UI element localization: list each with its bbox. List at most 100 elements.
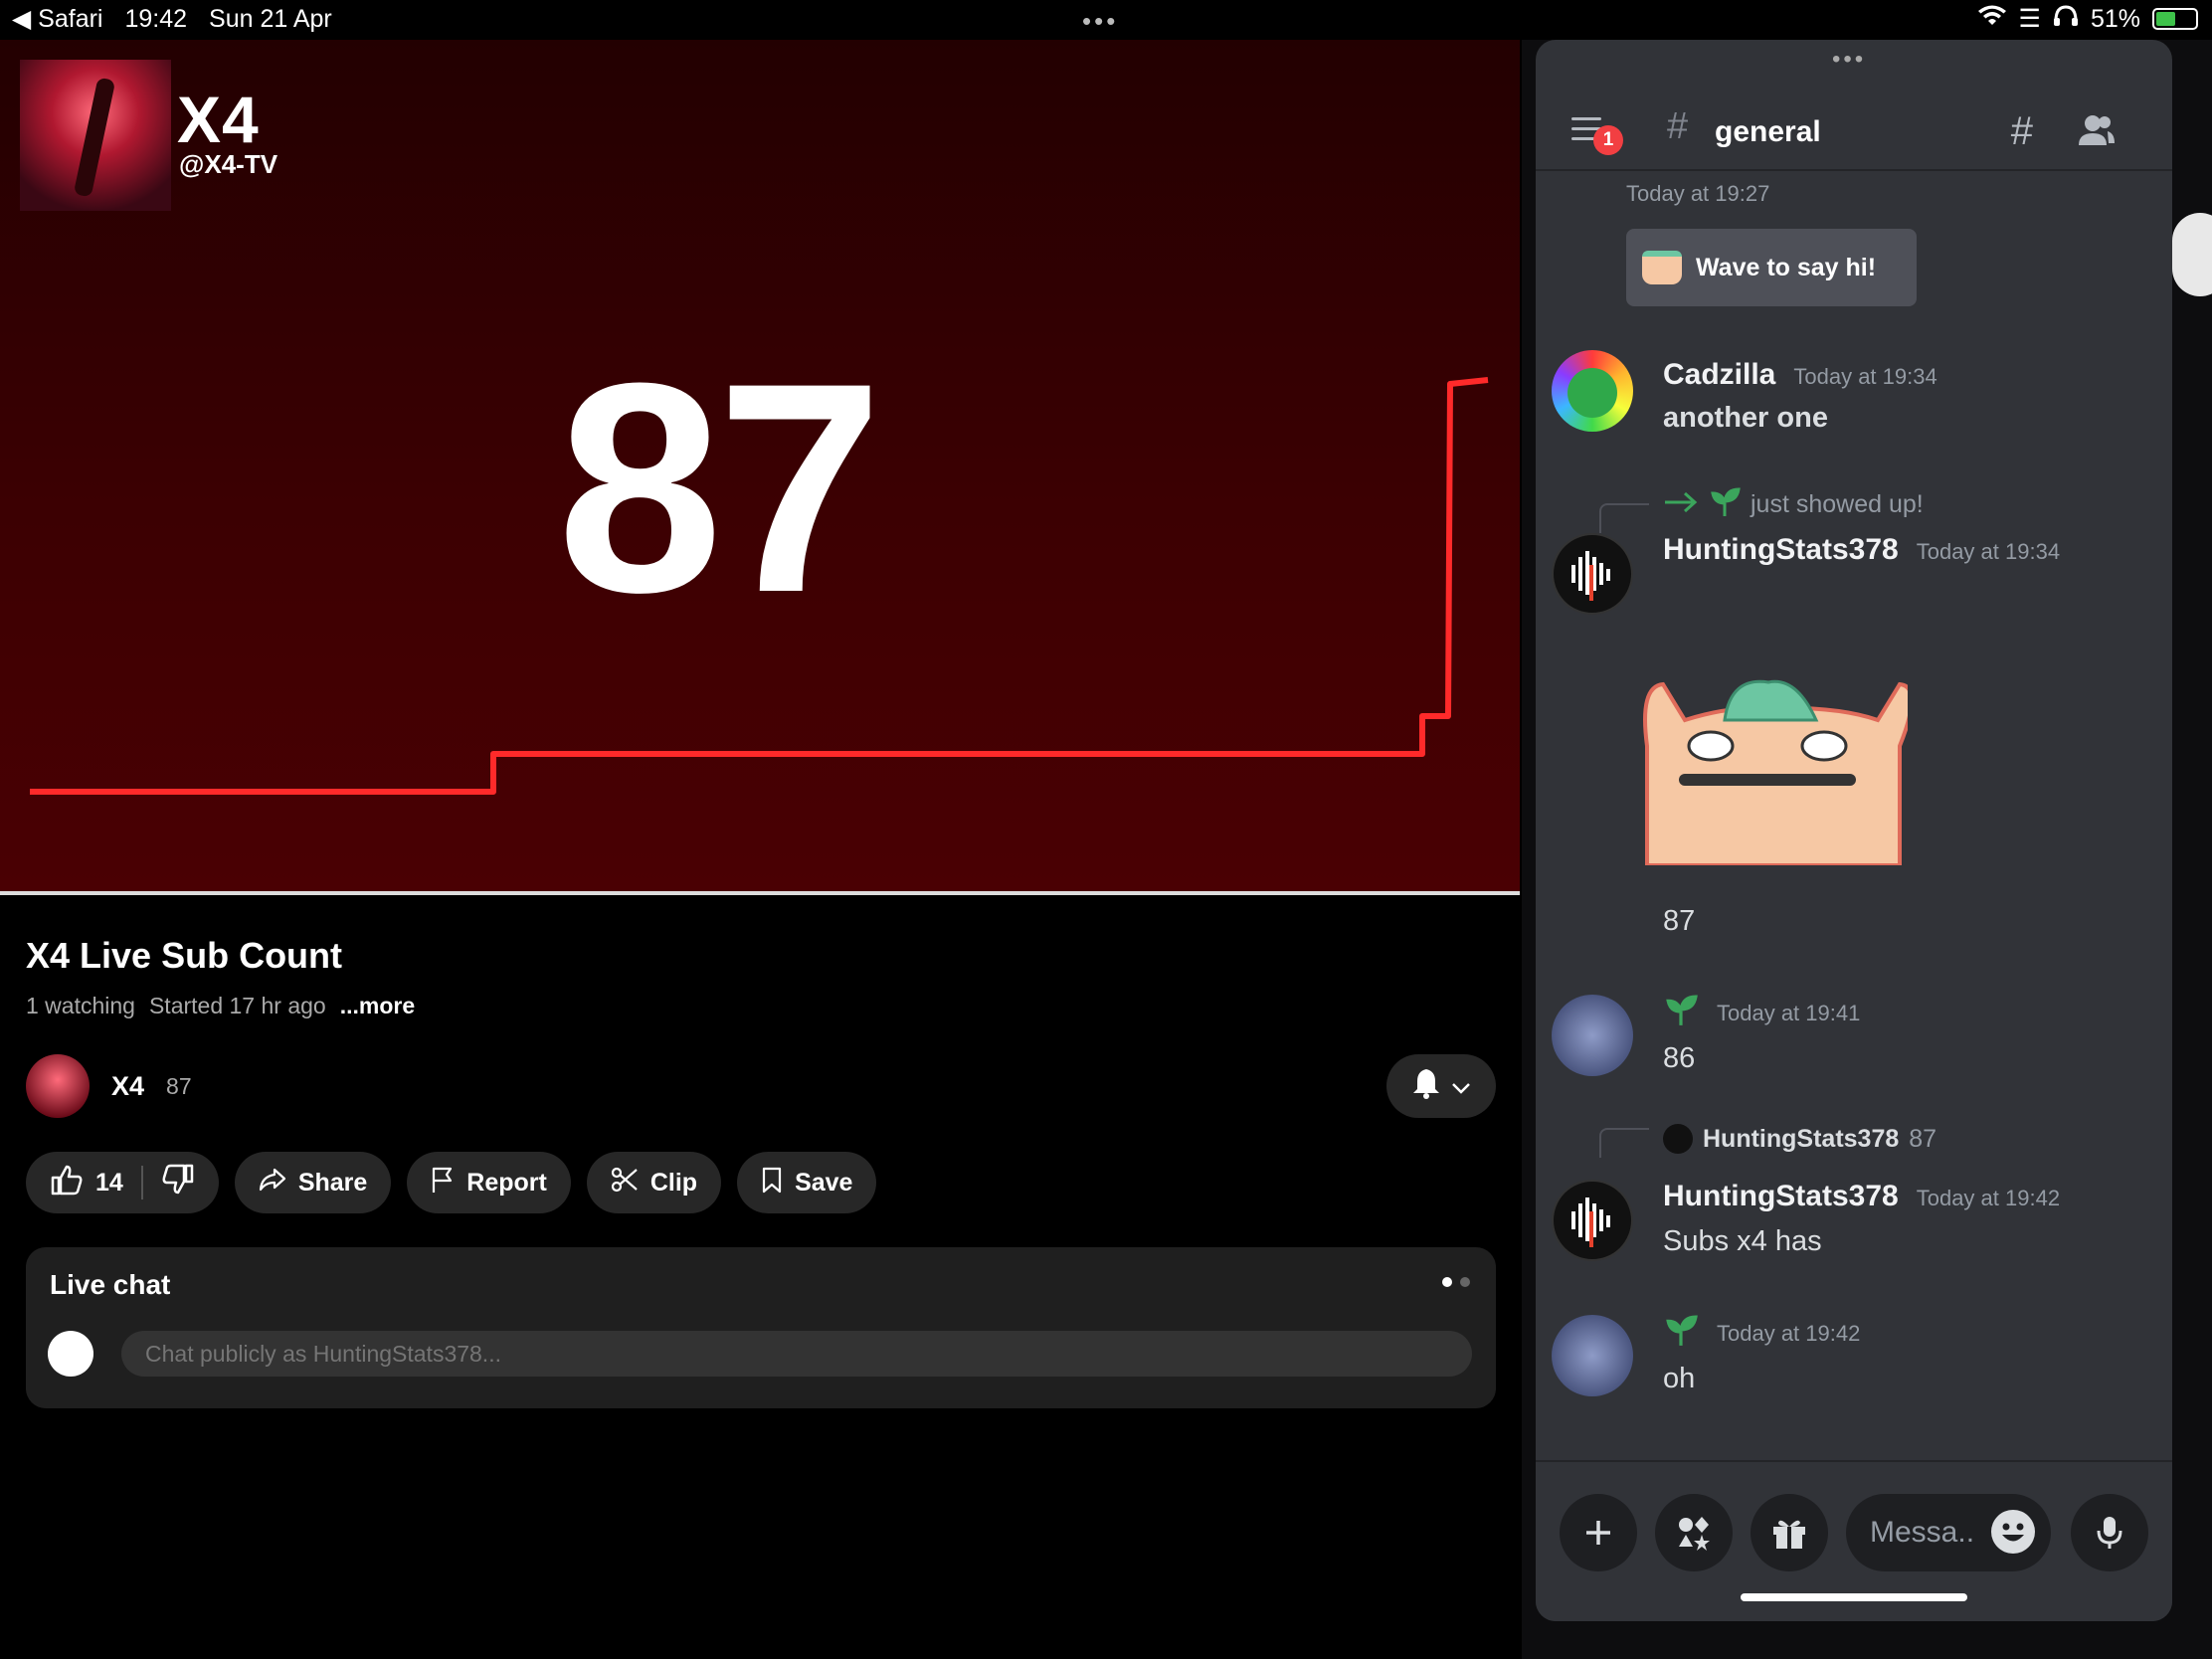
message-text: oh: [1663, 1363, 1696, 1394]
apps-button[interactable]: [1655, 1494, 1733, 1571]
voice-message-button[interactable]: [2071, 1494, 2148, 1571]
message-header: Today at 19:41: [1663, 995, 1860, 1031]
user-avatar: [48, 1331, 93, 1377]
like-dislike-group: 14: [26, 1152, 219, 1213]
page-indicator: [1442, 1277, 1470, 1287]
author-name[interactable]: HuntingStats378: [1663, 533, 1899, 567]
emoji-picker-icon[interactable]: [1991, 1510, 2035, 1554]
like-count[interactable]: 14: [95, 1169, 123, 1198]
channel-avatar[interactable]: [26, 1054, 90, 1118]
message-timestamp: Today at 19:34: [1916, 539, 2061, 564]
avatar[interactable]: [1552, 350, 1633, 432]
message-text: another one: [1663, 402, 1828, 434]
channel-subscriber-count: 87: [166, 1072, 192, 1099]
arrow-right-icon: [1663, 490, 1699, 519]
message-header: HuntingStats378 Today at 19:34: [1663, 533, 2060, 567]
message-composer: Messa..: [1536, 1462, 2172, 1581]
threads-icon[interactable]: #: [2011, 109, 2033, 154]
unread-badge: 1: [1593, 125, 1623, 155]
message-timestamp: Today at 19:34: [1793, 364, 1937, 389]
message-timestamp: Today at 19:42: [1916, 1186, 2061, 1210]
message-timestamp: Today at 19:42: [1717, 1320, 1861, 1346]
slide-over-grabber[interactable]: •••: [1832, 46, 1866, 74]
discord-message-list-lower[interactable]: HuntingStats378 87 HuntingStats378 Today…: [1536, 1084, 2172, 1621]
bell-icon: [1411, 1067, 1441, 1106]
share-icon: [259, 1168, 286, 1198]
divider: [140, 1166, 143, 1199]
sticker-image[interactable]: [1639, 676, 1908, 865]
avatar[interactable]: [1552, 1315, 1633, 1396]
battery-icon: [2152, 8, 2198, 30]
more-link[interactable]: ...more: [340, 993, 415, 1019]
multitasking-dots-icon[interactable]: •••: [1082, 6, 1118, 37]
reply-connector: [1599, 1128, 1649, 1158]
gift-button[interactable]: [1751, 1494, 1828, 1571]
avatar[interactable]: [1552, 1180, 1633, 1261]
channel-name[interactable]: X4: [111, 1071, 144, 1102]
sprout-icon: [1663, 1315, 1699, 1352]
bookmark-icon: [761, 1166, 783, 1200]
status-bar: ◀ Safari 19:42 Sun 21 Apr ••• ☰ 51%: [0, 0, 2212, 40]
share-button[interactable]: Share: [234, 1152, 392, 1213]
message-timestamp: Today at 19:41: [1717, 1000, 1861, 1025]
message-timestamp: Today at 19:27: [1626, 181, 1770, 206]
wifi-icon: [1977, 5, 2007, 34]
headphones-icon: [2053, 4, 2079, 34]
action-bar: 14 Share Report Clip Save: [26, 1152, 877, 1213]
clip-label: Clip: [649, 1168, 698, 1197]
overlay-channel-title: X4: [177, 83, 260, 156]
flag-icon: [431, 1166, 455, 1200]
live-chat-panel[interactable]: Live chat: [26, 1247, 1496, 1408]
reply-preview[interactable]: HuntingStats378 87: [1663, 1124, 1936, 1154]
thumbs-down-icon[interactable]: [161, 1164, 195, 1202]
chevron-down-icon: [1451, 1070, 1471, 1102]
video-meta: 1 watching Started 17 hr ago ...more: [26, 993, 415, 1019]
avatar[interactable]: [1552, 995, 1633, 1076]
wave-sticker-icon: [1642, 251, 1682, 284]
message-text: 86: [1663, 1042, 1696, 1074]
channel-name[interactable]: general: [1715, 115, 1821, 149]
report-button[interactable]: Report: [407, 1152, 571, 1213]
wave-to-say-hi-button[interactable]: Wave to say hi!: [1626, 229, 1917, 306]
avatar[interactable]: [1552, 533, 1633, 615]
status-date: Sun 21 Apr: [209, 4, 332, 33]
author-name[interactable]: Cadzilla: [1663, 358, 1775, 392]
watching-count: 1 watching: [26, 993, 135, 1018]
list-icon: ☰: [2018, 5, 2041, 33]
thumbs-up-icon[interactable]: [50, 1164, 84, 1202]
message-header: Today at 19:42: [1663, 1315, 1860, 1352]
channel-art: [20, 60, 171, 211]
clip-button[interactable]: Clip: [586, 1152, 722, 1213]
message-input-placeholder: Messa..: [1870, 1516, 1975, 1549]
video-title: X4 Live Sub Count: [26, 935, 343, 976]
system-text: just showed up!: [1751, 490, 1924, 518]
add-attachment-button[interactable]: [1560, 1494, 1637, 1571]
battery-percent: 51%: [2090, 4, 2140, 33]
hashtag-icon: #: [1667, 105, 1689, 147]
reply-author: HuntingStats378: [1703, 1124, 1900, 1153]
wave-label: Wave to say hi!: [1696, 253, 1877, 281]
overlay-channel-handle: @X4-TV: [179, 149, 278, 179]
channel-row[interactable]: X4 87: [26, 1054, 192, 1118]
system-message: just showed up!: [1663, 487, 1924, 522]
home-indicator[interactable]: [1741, 1593, 1967, 1601]
author-name[interactable]: HuntingStats378: [1663, 1180, 1899, 1213]
video-progress-bar[interactable]: [0, 891, 1520, 895]
message-text: Subs x4 has: [1663, 1225, 1822, 1257]
reply-text: 87: [1909, 1124, 1937, 1153]
members-icon[interactable]: [2077, 113, 2117, 156]
video-player[interactable]: X4 @X4-TV 87: [0, 40, 1520, 893]
live-chat-title: Live chat: [50, 1269, 171, 1300]
reply-connector: [1599, 503, 1649, 533]
message-input[interactable]: Messa..: [1846, 1494, 2051, 1571]
save-label: Save: [795, 1168, 853, 1197]
sub-count-number: 87: [557, 320, 883, 654]
reply-avatar: [1663, 1124, 1693, 1154]
save-button[interactable]: Save: [737, 1152, 877, 1213]
sprout-icon: [1663, 995, 1699, 1031]
notification-bell-button[interactable]: [1386, 1054, 1496, 1118]
live-chat-input[interactable]: [121, 1331, 1472, 1377]
back-to-app-link[interactable]: ◀ Safari: [12, 4, 102, 34]
message-text: 87: [1663, 905, 1696, 937]
share-label: Share: [297, 1168, 368, 1197]
